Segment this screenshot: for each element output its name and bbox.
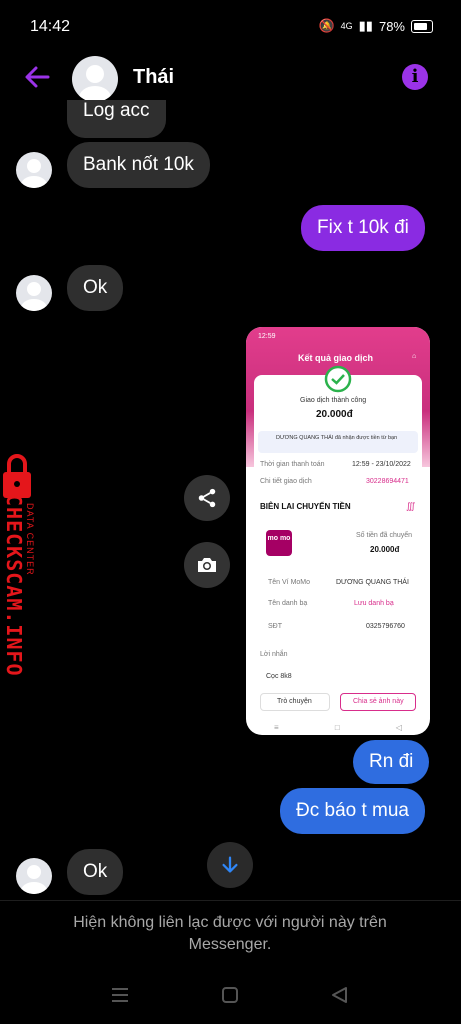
image-status-time: 12:59 <box>258 333 276 340</box>
message-text: Rn đi <box>369 751 414 772</box>
contact-label: Tên danh bạ <box>268 600 308 607</box>
share-icon <box>198 488 216 508</box>
time-value: 12:59 - 23/10/2022 <box>352 461 411 468</box>
default-avatar-icon <box>79 65 111 102</box>
amount: 20.000đ <box>316 409 353 420</box>
receipt-share-icon: ∭ <box>406 501 416 511</box>
system-nav-bar <box>0 975 461 1017</box>
watermark-sub: DATA CENTER <box>25 503 35 576</box>
contact-value: Lưu danh bạ <box>354 600 394 607</box>
sender-avatar <box>16 152 52 188</box>
detail-label: Chi tiết giao dịch <box>260 478 312 485</box>
info-icon[interactable]: i <box>402 64 428 90</box>
receipt-title: BIÊN LAI CHUYỂN TIỀN <box>260 502 351 511</box>
default-avatar-icon <box>21 159 47 188</box>
wallet-value: DƯƠNG QUANG THÁI <box>336 579 409 586</box>
home-icon[interactable] <box>222 987 238 1003</box>
status-time: 14:42 <box>30 18 71 35</box>
message-text: Ok <box>83 861 108 882</box>
menu-icon: ≡ <box>274 722 279 732</box>
unavailable-notice: Hiện không liên lạc được với người này t… <box>73 914 387 953</box>
sent-label: Số tiền đã chuyển <box>356 532 413 539</box>
contact-name[interactable]: Thái <box>133 66 174 89</box>
message-outgoing[interactable]: Fix t 10k đi <box>301 205 425 251</box>
success-check-icon <box>324 365 352 393</box>
save-photo-button[interactable] <box>184 542 230 588</box>
checkscam-watermark: CHECKSCAM.INFO DATA CENTER <box>0 452 50 682</box>
default-avatar-icon <box>21 865 47 894</box>
success-text: Giao dịch thành công <box>300 397 367 404</box>
scroll-to-bottom-button[interactable] <box>207 842 253 888</box>
message-incoming[interactable]: Bank nốt 10k <box>67 142 210 188</box>
image-title: Kết quả giao dịch <box>298 353 374 363</box>
message-text: Fix t 10k đi <box>317 217 409 238</box>
shared-image[interactable]: 12:59 Kết quả giao dịch ⌂ Giao dịch thàn… <box>246 327 430 735</box>
back-triangle-icon: ◁ <box>395 722 402 732</box>
time-label: Thời gian thanh toán <box>260 461 325 468</box>
detail-value: 30228694471 <box>366 478 409 485</box>
watermark-brand: CHECKSCAM.INFO <box>2 494 26 677</box>
phone-value: 0325796760 <box>366 623 405 630</box>
battery-percent: 78% <box>378 18 405 34</box>
momo-logo: mo mo <box>266 530 292 556</box>
message-text: Ok <box>83 277 108 298</box>
mute-icon: 🔕 <box>318 18 335 33</box>
sent-value: 20.000đ <box>370 545 400 554</box>
signal-icon: ▮▮ <box>358 18 373 33</box>
status-icons: 🔕 4G ▮▮ 78% <box>318 18 433 34</box>
default-avatar-icon <box>21 282 47 311</box>
share-image-button: Chia sẻ ảnh này <box>340 693 416 711</box>
message-label: Lời nhắn <box>260 651 288 658</box>
home-icon: ⌂ <box>412 353 417 360</box>
divider <box>0 900 461 901</box>
message-incoming[interactable]: Ok <box>67 265 124 311</box>
back-icon[interactable] <box>330 986 348 1004</box>
sender-avatar <box>16 858 52 894</box>
home-square-icon: □ <box>334 722 340 732</box>
contact-avatar[interactable] <box>72 56 118 102</box>
arrow-down-icon <box>222 856 238 873</box>
recent-apps-icon[interactable] <box>111 987 129 1003</box>
notice-text: DƯƠNG QUANG THÁI đã nhận được tiền từ bạ… <box>276 435 398 441</box>
phone-label: SĐT <box>268 623 282 630</box>
message-text: Đc báo t mua <box>296 800 409 821</box>
camera-icon <box>198 558 216 572</box>
message-value: Cọc 8k8 <box>266 673 292 680</box>
receipt-card: Giao dịch thành công 20.000đ DƯƠNG QUANG… <box>254 365 422 715</box>
message-incoming[interactable]: Log acc <box>67 100 166 138</box>
sender-avatar <box>16 275 52 311</box>
chat-button: Trò chuyện <box>260 693 330 711</box>
message-incoming[interactable]: Ok <box>67 849 124 895</box>
wallet-label: Tên Ví MoMo <box>268 579 311 586</box>
message-text: Log acc <box>83 100 150 121</box>
notice-box: DƯƠNG QUANG THÁI đã nhận được tiền từ bạ… <box>258 431 418 453</box>
status-bar: 14:42 🔕 4G ▮▮ 78% <box>0 0 461 56</box>
message-outgoing[interactable]: Đc báo t mua <box>280 788 425 834</box>
image-nav-bar: ≡ □ ◁ <box>246 719 430 735</box>
message-text: Bank nốt 10k <box>83 154 194 175</box>
network-type: 4G <box>340 21 353 31</box>
battery-icon <box>411 19 433 33</box>
share-button[interactable] <box>184 475 230 521</box>
message-outgoing[interactable]: Rn đi <box>353 740 430 784</box>
back-arrow-icon[interactable] <box>22 62 52 92</box>
